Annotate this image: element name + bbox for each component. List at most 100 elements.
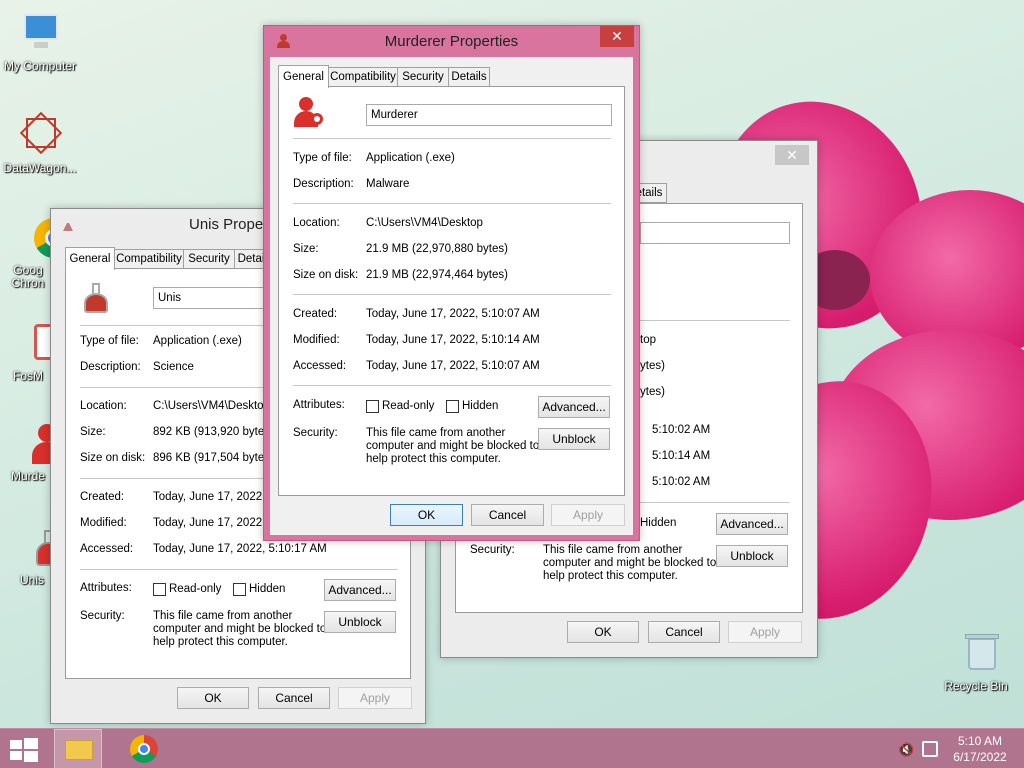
- created-value: 5:10:02 AM: [652, 424, 711, 436]
- divider: [80, 569, 398, 570]
- clock-date: 6/17/2022: [953, 750, 1007, 764]
- tab-security[interactable]: Security: [183, 249, 235, 269]
- dialog-title: Murderer Properties: [384, 33, 519, 50]
- divider: [80, 325, 290, 326]
- size-on-disk-value: 21.9 MB (22,974,464 bytes): [366, 269, 508, 281]
- desktop-icon-label: Goog Chron: [11, 263, 45, 290]
- security-note-line-1: This file came from another: [543, 544, 683, 556]
- security-note-line-2: computer and might be blocked to: [153, 623, 327, 635]
- divider: [640, 502, 790, 503]
- tab-general[interactable]: General: [65, 247, 115, 270]
- hidden-label: Hidden: [462, 400, 499, 412]
- tab-panel: Murderer Type of file: Application (.exe…: [278, 86, 625, 496]
- flask-icon: [63, 217, 73, 231]
- security-note-line-1: This file came from another: [153, 610, 293, 622]
- tab-general[interactable]: General: [278, 65, 329, 88]
- close-button[interactable]: ✕: [775, 145, 809, 165]
- location-value: C:\Users\VM4\Desktop: [366, 217, 483, 229]
- description-value: Science: [153, 361, 194, 373]
- attributes-label: Attributes:: [293, 399, 345, 411]
- attributes-label: Attributes:: [80, 582, 132, 594]
- desktop-icon-label: Unis: [19, 573, 44, 587]
- hidden-checkbox[interactable]: [233, 583, 246, 596]
- computer-icon: [18, 12, 62, 56]
- advanced-button[interactable]: Advanced...: [538, 396, 610, 418]
- type-label: Type of file:: [293, 152, 352, 164]
- cancel-button[interactable]: Cancel: [648, 621, 720, 643]
- security-note-line-2: computer and might be blocked to: [366, 440, 540, 452]
- size-value: 892 KB (913,920 bytes): [153, 426, 274, 438]
- unblock-button[interactable]: Unblock: [716, 545, 788, 567]
- taskbar-file-explorer[interactable]: [54, 729, 102, 768]
- security-label: Security:: [293, 427, 338, 439]
- security-note-line-3: help protect this computer.: [153, 636, 288, 648]
- hidden-label: Hidden: [249, 583, 286, 595]
- hidden-checkbox[interactable]: [446, 400, 459, 413]
- taskbar: 🔇 5:10 AM 6/17/2022: [0, 728, 1024, 768]
- ok-button[interactable]: OK: [567, 621, 639, 643]
- title-bar[interactable]: Murderer Properties ✕: [264, 26, 639, 56]
- unblock-button[interactable]: Unblock: [324, 611, 396, 633]
- ok-button[interactable]: OK: [390, 504, 463, 526]
- created-label: Created:: [80, 491, 125, 503]
- file-name-field[interactable]: [640, 222, 790, 244]
- desktop-icon-my-computer[interactable]: My Computer: [0, 12, 80, 73]
- cancel-button[interactable]: Cancel: [471, 504, 544, 526]
- description-label: Description:: [80, 361, 141, 373]
- modified-value: Today, June 17, 2022, 5: [153, 517, 275, 529]
- location-value: top: [640, 334, 656, 346]
- clock[interactable]: 5:10 AM 6/17/2022: [944, 733, 1016, 765]
- apply-button[interactable]: Apply: [338, 687, 412, 709]
- network-icon[interactable]: [922, 741, 938, 757]
- desktop-icon-datawagon[interactable]: DataWagon...: [0, 111, 80, 175]
- tab-compatibility[interactable]: Compatibility: [328, 67, 398, 87]
- tab-security[interactable]: Security: [397, 67, 449, 87]
- divider: [293, 138, 611, 139]
- readonly-label: Read-only: [382, 400, 435, 412]
- size-on-disk-value: ytes): [640, 386, 665, 398]
- modified-label: Modified:: [293, 334, 340, 346]
- divider: [640, 320, 790, 321]
- readonly-label: Read-only: [169, 583, 222, 595]
- file-name-field[interactable]: Murderer: [366, 104, 612, 126]
- readonly-checkbox[interactable]: [153, 583, 166, 596]
- recycle-bin-icon: [954, 632, 999, 676]
- divider: [293, 203, 611, 204]
- tab-compatibility[interactable]: Compatibility: [114, 249, 184, 269]
- created-value: Today, June 17, 2022, 5:10:07 AM: [366, 308, 540, 320]
- chrome-icon: [130, 735, 158, 763]
- size-value: 21.9 MB (22,970,880 bytes): [366, 243, 508, 255]
- tab-details[interactable]: Details: [448, 67, 490, 87]
- apply-button[interactable]: Apply: [728, 621, 802, 643]
- folder-icon: [65, 740, 93, 760]
- cancel-button[interactable]: Cancel: [258, 687, 330, 709]
- ok-button[interactable]: OK: [177, 687, 249, 709]
- security-note-line-2: computer and might be blocked to: [543, 557, 717, 569]
- modified-value: 5:10:14 AM: [652, 450, 711, 462]
- accessed-value: 5:10:02 AM: [652, 476, 711, 488]
- desktop-icon-label: Murde: [10, 469, 45, 483]
- apply-button[interactable]: Apply: [551, 504, 625, 526]
- location-label: Location:: [80, 400, 127, 412]
- unblock-button[interactable]: Unblock: [538, 428, 610, 450]
- user-magnifier-icon: [293, 97, 329, 133]
- size-on-disk-label: Size on disk:: [80, 452, 146, 464]
- desktop-icon-recycle-bin[interactable]: Recycle Bin: [936, 632, 1016, 693]
- advanced-button[interactable]: Advanced...: [716, 513, 788, 535]
- size-value: ytes): [640, 360, 665, 372]
- desktop-icon-label: My Computer: [3, 59, 77, 73]
- start-button[interactable]: [10, 738, 38, 762]
- volume-muted-icon[interactable]: 🔇: [898, 742, 914, 758]
- taskbar-chrome[interactable]: [120, 729, 168, 768]
- divider: [80, 478, 290, 479]
- murderer-properties-dialog[interactable]: Murderer Properties ✕ General Compatibil…: [263, 25, 640, 541]
- accessed-label: Accessed:: [80, 543, 134, 555]
- security-note-line-3: help protect this computer.: [366, 453, 501, 465]
- advanced-button[interactable]: Advanced...: [324, 579, 396, 601]
- close-button[interactable]: ✕: [600, 26, 634, 47]
- readonly-checkbox[interactable]: [366, 400, 379, 413]
- created-value: Today, June 17, 2022, 5: [153, 491, 275, 503]
- accessed-value: Today, June 17, 2022, 5:10:17 AM: [153, 543, 327, 555]
- type-label: Type of file:: [80, 335, 139, 347]
- size-label: Size:: [293, 243, 319, 255]
